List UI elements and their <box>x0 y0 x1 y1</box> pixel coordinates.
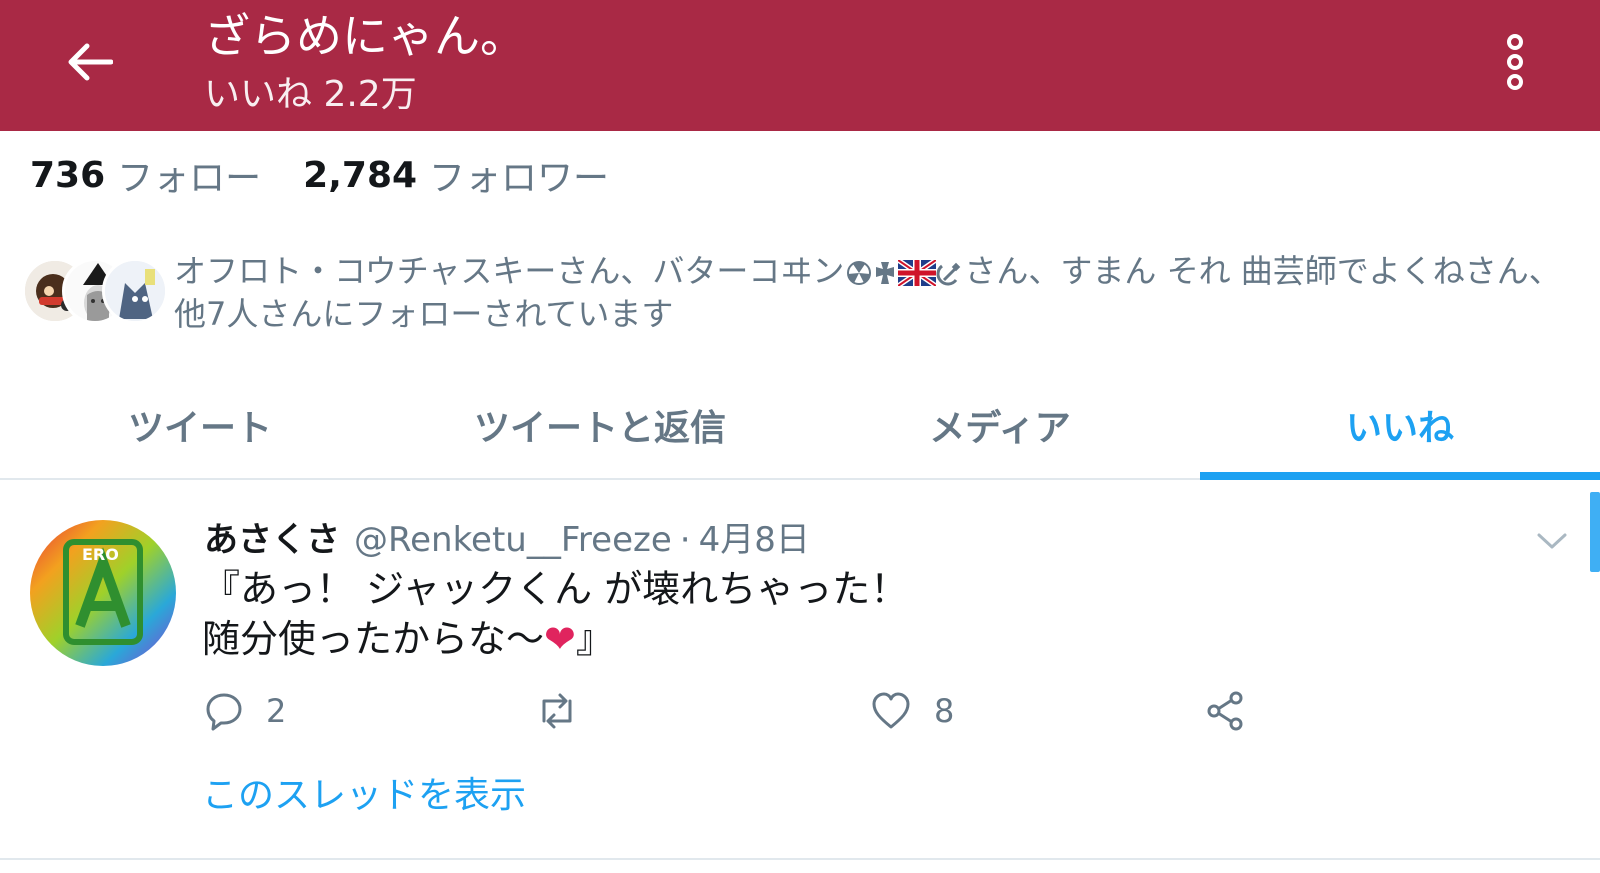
more-options-button[interactable] <box>1490 30 1540 94</box>
retweet-button[interactable] <box>534 688 602 734</box>
iron-cross-icon <box>876 262 895 284</box>
followers-count: 2,784 <box>303 154 418 196</box>
retweet-icon <box>542 693 572 729</box>
tweet-header: あさくさ @Renketu__Freeze · 4月8日 <box>204 512 810 560</box>
following-link[interactable]: 736 フォロー <box>30 149 261 201</box>
tweet-author-handle[interactable]: @Renketu__Freeze <box>354 520 672 560</box>
radiation-icon <box>847 261 872 285</box>
mutual-avatars <box>22 258 168 324</box>
follow-stats: 736 フォロー 2,784 フォロワー <box>30 150 651 200</box>
scrollbar-thumb[interactable] <box>1590 492 1600 572</box>
heart-emoji: ❤ <box>544 617 576 661</box>
followers-link[interactable]: 2,784 フォロワー <box>303 149 609 201</box>
followers-you-know[interactable]: オフロト・コウチャスキーさん、バターコヰン さん、すまん それ 曲芸師でよくねさ… <box>22 250 1582 340</box>
active-tab-indicator <box>1200 472 1600 480</box>
following-count: 736 <box>30 154 106 196</box>
like-button[interactable]: 8 <box>870 688 954 734</box>
reply-count: 2 <box>266 692 287 730</box>
profile-tabs: ツイート ツイートと返信 メディア いいね <box>0 372 1600 480</box>
tweet-text-line2: 随分使ったからな〜❤』 <box>202 614 1502 664</box>
header-separator: · <box>679 520 691 560</box>
hammer-sickle-icon <box>936 262 961 286</box>
tweet-text-line1: 『あっ！ ジャックくん が壊れちゃった！ <box>202 567 909 611</box>
tab-media[interactable]: メディア <box>800 372 1200 478</box>
tweet-text: 『あっ！ ジャックくん が壊れちゃった！ 随分使ったからな〜❤』 <box>202 564 1502 664</box>
share-button[interactable] <box>1204 688 1246 734</box>
tab-tweets-and-replies[interactable]: ツイートと返信 <box>400 372 800 478</box>
tweet-text-line2-main: 随分使ったからな〜 <box>202 617 545 661</box>
like-count: 8 <box>934 692 955 730</box>
share-icon <box>1207 691 1243 731</box>
tweet-menu-button[interactable] <box>1530 526 1574 556</box>
likes-count-subtitle: いいね 2.2万 <box>204 74 417 115</box>
tweet-date[interactable]: 4月8日 <box>699 512 810 561</box>
avatar <box>102 258 168 324</box>
show-thread-link[interactable]: このスレッドを表示 <box>202 766 526 818</box>
followers-label: フォロワー <box>429 158 610 199</box>
arrow-left-icon <box>68 43 113 81</box>
heart-icon <box>872 692 910 729</box>
profile-header-bar: ざらめにゃん。 いいね 2.2万 <box>0 0 1600 131</box>
more-vertical-icon <box>1507 34 1523 90</box>
reply-button[interactable]: 2 <box>204 688 286 734</box>
tweet-actions: 2 8 <box>204 688 1304 734</box>
profile-name: ざらめにゃん。 <box>204 9 526 63</box>
back-button[interactable] <box>60 36 120 88</box>
svg-text:ERO: ERO <box>82 545 119 564</box>
uk-flag-icon <box>898 260 937 286</box>
reply-icon <box>206 693 242 731</box>
tab-tweets[interactable]: ツイート <box>0 372 400 478</box>
username-emoji-group <box>846 260 962 286</box>
followers-you-know-text-part1: オフロト・コウチャスキーさん、バターコヰン <box>174 252 845 290</box>
tweet-text-line2-end: 』 <box>575 617 614 661</box>
followers-you-know-text: オフロト・コウチャスキーさん、バターコヰン さん、すまん それ 曲芸師でよくねさ… <box>174 250 1584 336</box>
tab-likes[interactable]: いいね <box>1200 372 1600 478</box>
chevron-down-icon <box>1537 533 1567 549</box>
following-label: フォロー <box>117 158 262 199</box>
tweet-author-name[interactable]: あさくさ <box>204 512 340 561</box>
avatar[interactable]: ERO <box>30 520 176 666</box>
